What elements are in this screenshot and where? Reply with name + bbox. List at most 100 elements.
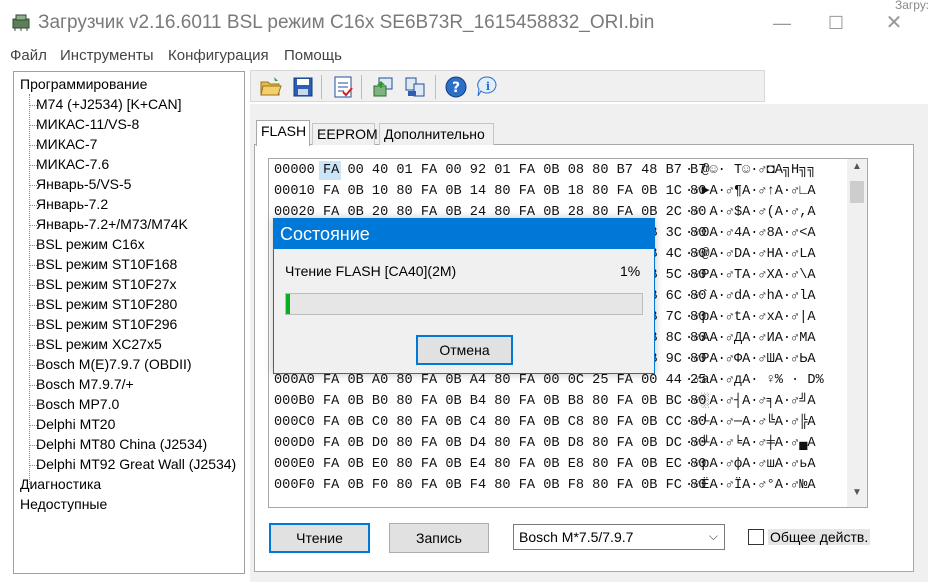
checklist-icon[interactable] <box>331 75 355 99</box>
hex-address: 000F0 <box>274 478 315 493</box>
write-button[interactable]: Запись <box>389 523 489 553</box>
hex-bytes[interactable]: FA 0B C0 80 FA 0B C4 80 FA 0B C8 80 FA 0… <box>323 415 706 430</box>
hex-bytes[interactable]: FA 0B B0 80 FA 0B B4 80 FA 0B B8 80 FA 0… <box>323 394 706 409</box>
download-to-ecu-icon[interactable] <box>371 75 395 99</box>
hex-ascii[interactable]: ·♂PA·♂TA·♂XA·♂\A <box>685 268 816 283</box>
progress-bar <box>285 293 643 315</box>
menu-file[interactable]: Файл <box>10 47 47 64</box>
tree-item-unavailable[interactable]: Недоступные <box>20 496 107 512</box>
tree-item[interactable]: BSL режим ST10F168 <box>36 256 177 272</box>
tree-item-diagnostics[interactable]: Диагностика <box>20 476 101 492</box>
hex-ascii[interactable]: ·♂AA·♂ДA·♂ИA·♂MA <box>685 331 816 346</box>
close-button[interactable]: ✕ <box>874 8 914 38</box>
tab-flash[interactable]: FLASH <box>256 120 310 146</box>
status-dialog: Состояние Чтение FLASH [CA40](2M) 1% Отм… <box>273 218 655 374</box>
hex-ascii[interactable]: · @☺· T☺·♂◘A╗H╗╗ <box>685 163 816 178</box>
title-bar: Загрузчик v2.16.6011 BSL режим C16x SE6B… <box>0 0 928 44</box>
hex-ascii[interactable]: ·♂ЁA·♂ЇA·♂°A·♂№A <box>685 478 816 493</box>
tree-item[interactable]: Bosch M7.9.7/+ <box>36 376 134 392</box>
hex-ascii[interactable]: ·♂ A·♂$A·♂(A·♂,A <box>685 205 816 220</box>
tree-item[interactable]: Bosch M(E)7.9.7 (OBDII) <box>36 356 192 372</box>
hex-bytes[interactable]: FA 0B A0 80 FA 0B A4 80 FA 00 0C 25 FA 0… <box>323 373 706 388</box>
hex-gap <box>315 373 323 388</box>
hex-ascii[interactable]: ·♂pA·♂фA·♂шA·♂ьA <box>685 457 816 472</box>
toolbar-separator <box>321 75 322 99</box>
menu-configuration[interactable]: Конфигурация <box>168 47 269 64</box>
hex-bytes[interactable]: FA 0B D0 80 FA 0B D4 80 FA 0B D8 80 FA 0… <box>323 436 706 451</box>
tree-item[interactable]: Январь-5/VS-5 <box>36 176 131 192</box>
compare-icon[interactable] <box>403 75 427 99</box>
tree-item[interactable]: Delphi MT92 Great Wall (J2534) <box>36 456 236 472</box>
menu-tools[interactable]: Инструменты <box>60 47 154 64</box>
svg-text:?: ? <box>452 80 460 96</box>
toolbar: ? i <box>250 70 765 102</box>
hex-ascii[interactable]: ·♂╨A·♂╘A·♂╪A·♂▄A <box>685 436 816 451</box>
hex-ascii[interactable]: ·♂░A·♂┤A·♂╕A·♂╝A <box>685 394 816 409</box>
common-action-label: Общее действ. <box>768 529 871 545</box>
hex-ascii[interactable]: ·♂`A·♂dA·♂hA·♂lA <box>685 289 816 304</box>
tree-item[interactable]: Январь-7.2 <box>36 196 108 212</box>
tree-item[interactable]: Delphi MT80 China (J2534) <box>36 436 207 452</box>
hex-row: 00010 FA 0B 10 80 FA 0B 14 80 FA 0B 18 8… <box>274 184 706 199</box>
cancel-button[interactable]: Отмена <box>416 335 513 365</box>
tree-item[interactable]: МИКАС-11/VS-8 <box>36 116 139 132</box>
hex-ascii[interactable]: ·♂pA·♂tA·♂xA·♂|A <box>685 310 816 325</box>
hex-ascii[interactable]: ·♂└A·♂─A·♂╚A·♂╠A <box>685 415 816 430</box>
menu-bar: Файл Инструменты Конфигурация Помощь <box>0 44 928 66</box>
window-title: Загрузчик v2.16.6011 BSL режим C16x SE6B… <box>38 12 655 33</box>
ecu-select[interactable]: Bosch M*7.5/7.9.7 ⌵ <box>513 524 725 550</box>
hex-gap <box>315 415 323 430</box>
hex-ascii[interactable]: ·♂0A·♂4A·♂8A·♂<A <box>685 226 816 241</box>
scroll-up-arrow-icon[interactable]: ▲ <box>847 161 867 179</box>
tree-item[interactable]: BSL режим ST10F296 <box>36 316 177 332</box>
menu-help[interactable]: Помощь <box>284 47 342 64</box>
scroll-down-arrow-icon[interactable]: ▼ <box>847 487 867 505</box>
read-button[interactable]: Чтение <box>269 523 370 553</box>
hex-scrollbar[interactable]: ▲ ▼ <box>847 159 867 507</box>
dialog-title: Состояние <box>274 219 654 249</box>
protocol-tree[interactable]: Программирование M74 (+J2534) [K+CAN] МИК… <box>13 71 245 574</box>
progress-percent: 1% <box>620 263 641 279</box>
tree-item[interactable]: Bosch MP7.0 <box>36 396 119 412</box>
hex-address: 000E0 <box>274 457 315 472</box>
hex-ascii[interactable]: ·♂aA·♂дA· ♀% · D% <box>685 373 824 388</box>
common-action-checkbox[interactable] <box>748 529 764 545</box>
hex-bytes[interactable]: FA 0B E0 80 FA 0B E4 80 FA 0B E8 80 FA 0… <box>323 457 706 472</box>
hex-bytes[interactable]: FA 0B 10 80 FA 0B 14 80 FA 0B 18 80 FA 0… <box>323 184 706 199</box>
hex-bytes[interactable]: FA 0B F0 80 FA 0B F4 80 FA 0B F8 80 FA 0… <box>323 478 706 493</box>
help-icon[interactable]: ? <box>444 75 468 99</box>
hex-row: 000D0 FA 0B D0 80 FA 0B D4 80 FA 0B D8 8… <box>274 436 706 451</box>
hex-ascii[interactable]: ·♂►A·♂¶A·♂↑A·♂∟A <box>685 184 816 199</box>
maximize-button[interactable]: ☐ <box>816 8 856 38</box>
tree-item[interactable]: Январь-7.2+/M73/M74K <box>36 216 188 232</box>
tree-item[interactable]: Delphi MT20 <box>36 416 115 432</box>
hex-address: 000C0 <box>274 415 315 430</box>
minimize-button[interactable]: — <box>762 8 802 38</box>
tree-item[interactable]: BSL режим C16x <box>36 236 145 252</box>
tree-item[interactable]: BSL режим ST10F27x <box>36 276 177 292</box>
hex-ascii[interactable]: ·♂@A·♂DA·♂HA·♂LA <box>685 247 816 262</box>
tree-item[interactable]: МИКАС-7 <box>36 136 97 152</box>
save-icon[interactable] <box>291 75 315 99</box>
toolbar-separator <box>435 75 436 99</box>
hex-row: 000F0 FA 0B F0 80 FA 0B F4 80 FA 0B F8 8… <box>274 478 706 493</box>
dialog-message: Чтение FLASH [CA40](2M) <box>285 263 457 279</box>
tab-additional[interactable]: Дополнительно <box>379 123 494 145</box>
open-folder-icon[interactable] <box>259 75 283 99</box>
info-icon[interactable]: i <box>475 75 499 99</box>
svg-text:i: i <box>486 80 490 93</box>
hex-ascii[interactable]: ·♂PA·♂ФA·♂ШA·♂ЬA <box>685 352 816 367</box>
tree-item[interactable]: BSL режим ST10F280 <box>36 296 177 312</box>
hex-address: 00000 <box>274 163 315 178</box>
background-window-title: Загрузчи <box>895 0 928 12</box>
hex-bytes[interactable]: FA 00 40 01 FA 00 92 01 FA 0B 08 80 B7 4… <box>323 163 706 178</box>
hex-address: 000D0 <box>274 436 315 451</box>
scroll-thumb[interactable] <box>850 181 864 203</box>
tab-eeprom[interactable]: EEPROM <box>312 123 378 145</box>
tree-item[interactable]: BSL режим XC27x5 <box>36 336 162 352</box>
tree-item[interactable]: МИКАС-7.6 <box>36 156 109 172</box>
tree-item-programming[interactable]: Программирование <box>20 76 147 92</box>
tree-item[interactable]: M74 (+J2534) [K+CAN] <box>36 96 182 112</box>
ecu-select-value: Bosch M*7.5/7.9.7 <box>519 529 634 545</box>
hex-row: 000B0 FA 0B B0 80 FA 0B B4 80 FA 0B B8 8… <box>274 394 706 409</box>
